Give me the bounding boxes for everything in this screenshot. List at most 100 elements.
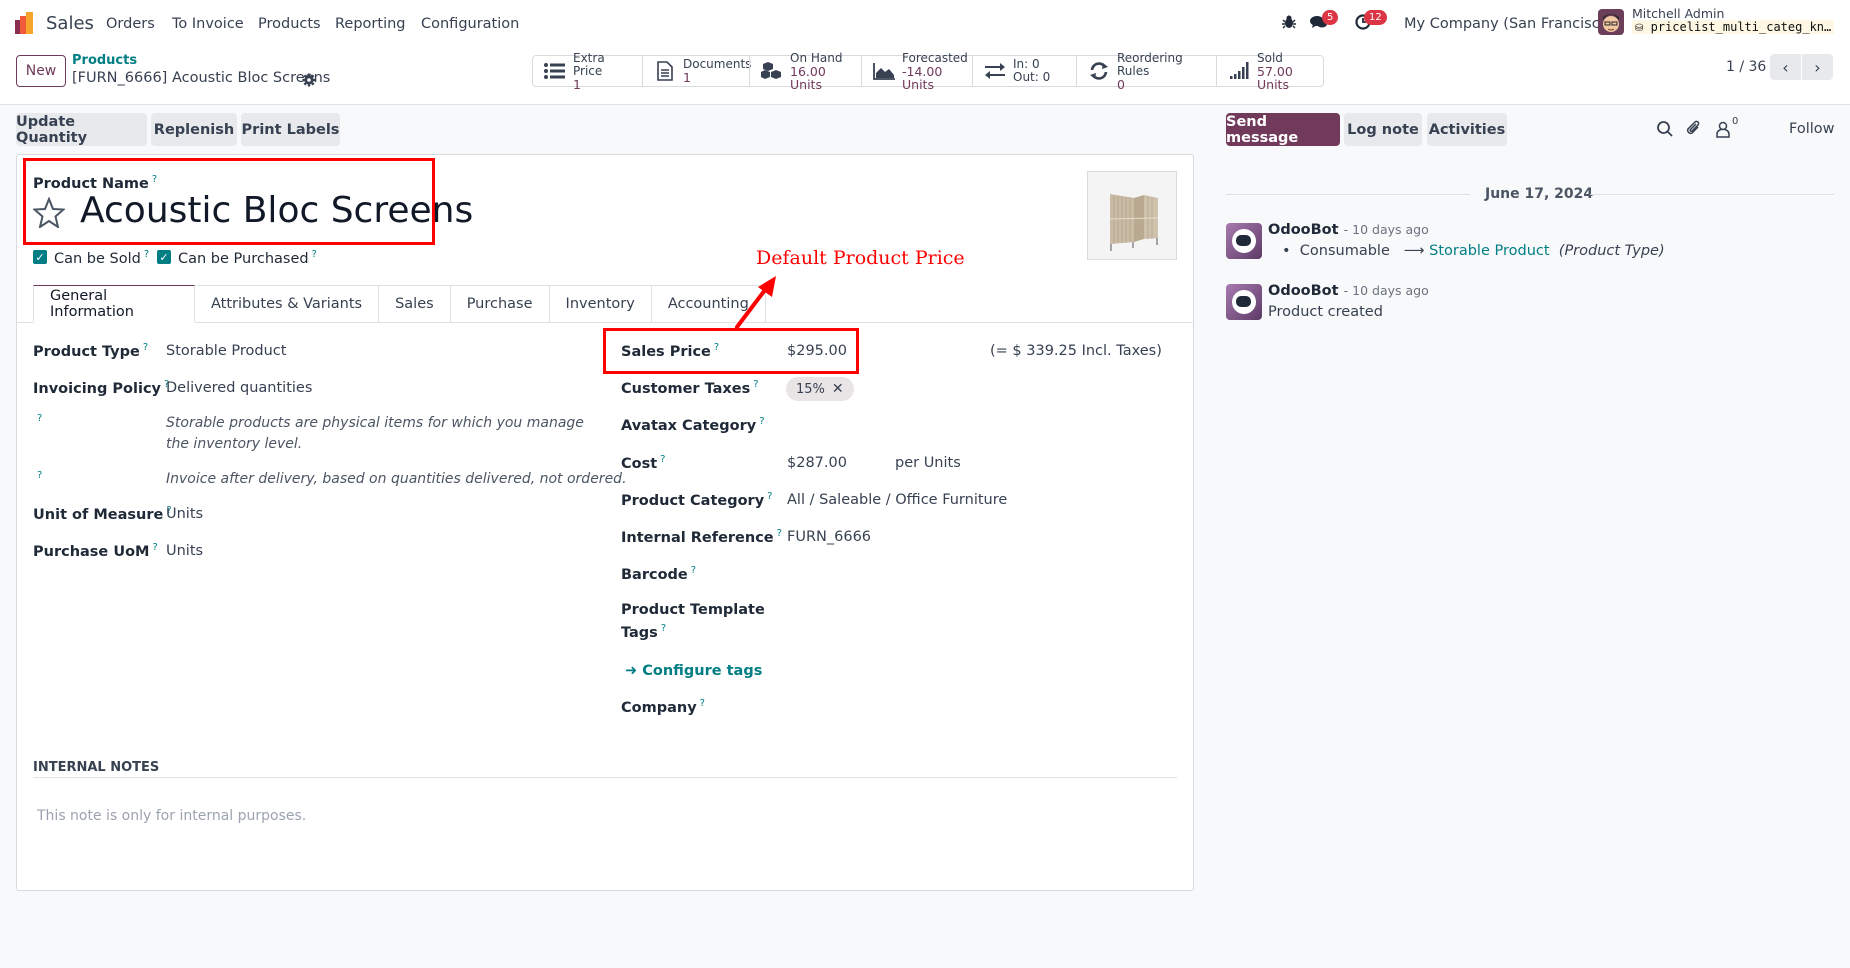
help-icon[interactable]: ? xyxy=(714,342,719,353)
menu-to-invoice[interactable]: To Invoice xyxy=(172,16,244,32)
pager-next-button[interactable]: › xyxy=(1802,54,1833,80)
activities-button[interactable]: Activities xyxy=(1427,113,1507,146)
search-icon[interactable] xyxy=(1656,120,1674,138)
user-avatar[interactable] xyxy=(1598,9,1624,35)
database-name: ⛁ pricelist_multi_categ_kn… xyxy=(1632,20,1835,34)
tax-tag[interactable]: 15% ✕ xyxy=(786,377,854,401)
odoobot-avatar[interactable] xyxy=(1226,223,1262,259)
new-button[interactable]: New xyxy=(16,55,66,87)
stat-value: 1 xyxy=(683,70,691,85)
help-icon[interactable]: ? xyxy=(767,491,772,502)
close-icon[interactable]: ✕ xyxy=(832,381,844,397)
can-be-sold-checkbox[interactable]: ✓ xyxy=(33,250,47,264)
update-quantity-button[interactable]: Update Quantity xyxy=(16,113,147,146)
product-photo-icon xyxy=(1109,194,1159,251)
purchase-uom-select[interactable]: Units xyxy=(166,543,203,559)
product-category-select[interactable]: All / Saleable / Office Furniture xyxy=(787,492,1007,508)
internal-notes-editor[interactable]: This note is only for internal purposes. xyxy=(37,808,306,824)
barcode-label-text: Barcode xyxy=(621,566,688,583)
pager-previous-button[interactable]: ‹ xyxy=(1770,54,1801,80)
help-icon[interactable]: ? xyxy=(37,470,42,481)
message-author[interactable]: OdooBot - 10 days ago xyxy=(1268,222,1429,238)
help-icon[interactable]: ? xyxy=(143,342,148,353)
annotation-arrow-icon xyxy=(735,276,776,329)
followers-icon[interactable] xyxy=(1714,120,1732,138)
internal-reference-label-text: Internal Reference xyxy=(621,529,774,546)
cost-input[interactable]: $287.00 xyxy=(787,455,847,471)
menu-configuration[interactable]: Configuration xyxy=(421,16,519,32)
tab-sales[interactable]: Sales xyxy=(379,285,451,323)
log-note-button[interactable]: Log note xyxy=(1344,113,1422,146)
customer-taxes-label: Customer Taxes? xyxy=(621,379,759,397)
bug-icon[interactable] xyxy=(1280,13,1298,31)
company-switcher[interactable]: My Company (San Francisco) xyxy=(1404,16,1614,32)
stat-extra-price[interactable]: Extra Price 1 xyxy=(533,51,642,91)
signal-icon xyxy=(1230,62,1249,79)
help-icon[interactable]: ? xyxy=(691,565,696,576)
product-name-input[interactable]: Acoustic Bloc Screens xyxy=(80,190,473,231)
help-icon[interactable]: ? xyxy=(661,623,666,634)
stat-documents[interactable]: Documents 1 xyxy=(642,56,751,86)
can-be-purchased-label: Can be Purchased? xyxy=(178,249,317,267)
message-author[interactable]: OdooBot - 10 days ago xyxy=(1268,283,1429,299)
help-icon[interactable]: ? xyxy=(777,528,782,539)
breadcrumb-current: [FURN_6666] Acoustic Bloc Screens xyxy=(72,70,331,86)
help-icon[interactable]: ? xyxy=(660,454,665,465)
tab-general-information[interactable]: General Information xyxy=(33,285,195,323)
product-image[interactable] xyxy=(1087,171,1177,260)
tab-inventory[interactable]: Inventory xyxy=(549,285,652,323)
stat-in-out[interactable]: In: 0 Out: 0 xyxy=(972,56,1076,86)
sales-price-label: Sales Price? xyxy=(621,342,719,360)
odoobot-avatar[interactable] xyxy=(1226,284,1262,320)
stat-on-hand[interactable]: On Hand 16.00 Units xyxy=(749,51,861,91)
menu-orders[interactable]: Orders xyxy=(106,16,155,32)
help-icon[interactable]: ? xyxy=(753,379,758,390)
help-icon[interactable]: ? xyxy=(152,174,157,185)
app-logo-icon[interactable] xyxy=(15,12,37,34)
menu-products[interactable]: Products xyxy=(258,16,321,32)
follow-button[interactable]: Follow xyxy=(1789,121,1834,137)
bot-screen-icon xyxy=(1236,296,1251,307)
help-icon[interactable]: ? xyxy=(37,413,42,424)
configure-tags-link[interactable]: ➜ Configure tags xyxy=(625,663,762,679)
gear-icon[interactable] xyxy=(302,73,316,87)
pager-value[interactable]: 1 / 36 xyxy=(1726,59,1766,75)
storable-hint: Storable products are physical items for… xyxy=(166,415,584,452)
help-icon[interactable]: ? xyxy=(700,698,705,709)
star-favorite-icon[interactable] xyxy=(33,197,65,228)
help-icon[interactable]: ? xyxy=(152,542,157,553)
date-divider-left xyxy=(1226,194,1470,195)
tab-purchase[interactable]: Purchase xyxy=(450,285,550,323)
database-label: pricelist_multi_categ_kn… xyxy=(1650,20,1832,34)
help-icon[interactable]: ? xyxy=(759,416,764,427)
stat-label: Forecasted xyxy=(902,50,968,65)
paperclip-icon[interactable] xyxy=(1685,120,1703,138)
replenish-button[interactable]: Replenish xyxy=(151,113,237,146)
stat-forecasted[interactable]: Forecasted -14.00 Units xyxy=(861,51,972,91)
refresh-icon xyxy=(1090,62,1108,80)
user-name[interactable]: Mitchell Admin xyxy=(1632,6,1724,21)
invoicing-policy-select[interactable]: Delivered quantities xyxy=(166,380,312,396)
top-navbar: Sales Orders To Invoice Products Reporti… xyxy=(0,0,1850,48)
breadcrumb-products[interactable]: Products xyxy=(72,53,137,68)
stat-reordering-rules[interactable]: Reordering Rules 0 xyxy=(1076,51,1216,91)
annotation-label: Default Product Price xyxy=(756,247,965,269)
avatax-label-text: Avatax Category xyxy=(621,417,757,434)
stat-value: 0 xyxy=(1117,76,1125,92)
print-labels-button[interactable]: Print Labels xyxy=(241,113,340,146)
tab-attributes-variants[interactable]: Attributes & Variants xyxy=(195,285,380,323)
internal-reference-label: Internal Reference? xyxy=(621,528,782,546)
menu-reporting[interactable]: Reporting xyxy=(335,16,406,32)
help-icon[interactable]: ? xyxy=(144,249,149,260)
sales-price-input[interactable]: $295.00 xyxy=(787,343,847,359)
app-name[interactable]: Sales xyxy=(46,13,94,34)
stat-value: 16.00 Units xyxy=(790,63,826,92)
product-type-select[interactable]: Storable Product xyxy=(166,343,286,359)
send-message-button[interactable]: Send message xyxy=(1226,113,1340,146)
can-be-purchased-checkbox[interactable]: ✓ xyxy=(157,250,171,264)
product-type-label: Product Type? xyxy=(33,342,148,360)
uom-select[interactable]: Units xyxy=(166,506,203,522)
help-icon[interactable]: ? xyxy=(312,249,317,260)
stat-sold[interactable]: Sold 57.00 Units xyxy=(1216,51,1323,91)
internal-reference-input[interactable]: FURN_6666 xyxy=(787,529,871,545)
